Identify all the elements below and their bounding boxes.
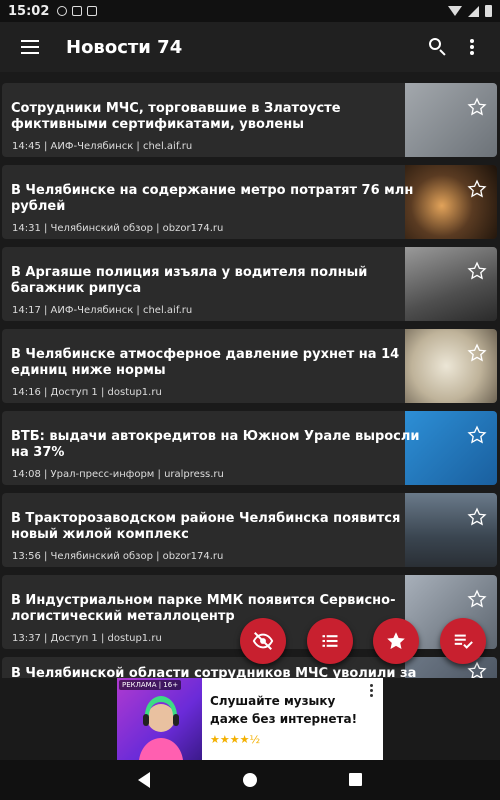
news-meta: 14:17 | АИФ-Челябинск | chel.aif.ru — [12, 305, 193, 316]
sim-icon — [72, 6, 83, 16]
ad-image: РЕКЛАМА | 16+ — [117, 678, 202, 760]
news-title: Сотрудники МЧС, торговавшие в Златоусте … — [11, 101, 341, 132]
ad-rating: ★★★★½ — [210, 733, 261, 746]
news-meta: 13:37 | Доступ 1 | dostup1.ru — [12, 633, 162, 644]
star-outline-icon[interactable] — [467, 425, 487, 445]
gear-icon — [57, 6, 68, 16]
news-meta: 14:31 | Челябинский обзор | obzor174.ru — [12, 223, 224, 234]
news-title: В Аргаяше полиция изъяла у водителя полн… — [11, 265, 368, 296]
star-outline-icon[interactable] — [467, 343, 487, 363]
news-card[interactable]: ВТБ: выдачи автокредитов на Южном Урале … — [2, 411, 497, 485]
search-icon[interactable] — [426, 35, 450, 59]
app-title: Новости 74 — [66, 36, 183, 58]
news-title: В Тракторозаводском районе Челябинска по… — [11, 511, 401, 542]
star-icon — [387, 632, 405, 649]
more-vert-icon[interactable] — [462, 37, 482, 57]
ad-person-illustration — [139, 696, 183, 760]
star-outline-icon[interactable] — [467, 97, 487, 117]
favorites-button[interactable] — [373, 618, 419, 664]
news-card[interactable]: В Аргаяше полиция изъяла у водителя полн… — [2, 247, 497, 321]
star-outline-icon[interactable] — [467, 261, 487, 281]
star-outline-icon[interactable] — [467, 507, 487, 527]
star-outline-icon[interactable] — [467, 179, 487, 199]
ad-more-icon[interactable] — [370, 684, 373, 697]
news-title: В Челябинске на содержание метро потратя… — [11, 183, 414, 214]
news-meta: 14:08 | Урал-пресс-информ | uralpress.ru — [12, 469, 224, 480]
news-title: ВТБ: выдачи автокредитов на Южном Урале … — [11, 429, 420, 460]
ad-banner[interactable]: РЕКЛАМА | 16+ Слушайте музыку даже без и… — [117, 678, 383, 760]
visibility-off-icon — [252, 632, 274, 650]
system-nav-bar — [0, 760, 500, 800]
sd-card-icon — [87, 6, 98, 16]
news-title: В Челябинской области сотрудников МЧС ув… — [11, 666, 417, 678]
back-icon[interactable] — [138, 772, 150, 788]
mark-all-read-button[interactable] — [440, 618, 486, 664]
news-feed[interactable]: Сотрудники МЧС, торговавшие в Златоусте … — [0, 72, 500, 678]
news-title: В Индустриальном парке ММК появится Серв… — [11, 593, 396, 624]
news-meta: 14:16 | Доступ 1 | dostup1.ru — [12, 387, 162, 398]
list-view-button[interactable] — [307, 618, 353, 664]
news-meta: 13:56 | Челябинский обзор | obzor174.ru — [12, 551, 224, 562]
news-meta: 14:45 | АИФ-Челябинск | chel.aif.ru — [12, 141, 193, 152]
wifi-icon — [448, 6, 462, 16]
hide-read-button[interactable] — [240, 618, 286, 664]
star-outline-icon[interactable] — [467, 589, 487, 609]
status-bar: 15:02 — [0, 0, 500, 22]
star-outline-icon[interactable] — [467, 661, 487, 678]
home-icon[interactable] — [243, 773, 257, 787]
menu-button[interactable] — [0, 22, 60, 72]
app-bar: Новости 74 — [0, 22, 500, 72]
status-time: 15:02 — [8, 3, 50, 19]
list-icon — [322, 635, 338, 647]
recents-icon[interactable] — [349, 773, 362, 786]
news-card[interactable]: В Тракторозаводском районе Челябинска по… — [2, 493, 497, 567]
playlist-check-icon — [454, 634, 473, 649]
signal-icon — [468, 5, 479, 17]
menu-icon — [21, 40, 39, 54]
ad-text: Слушайте музыку даже без интернета! — [210, 694, 358, 726]
news-card[interactable]: В Челябинске на содержание метро потратя… — [2, 165, 497, 239]
news-card[interactable]: Сотрудники МЧС, торговавшие в Златоусте … — [2, 83, 497, 157]
news-title: В Челябинске атмосферное давление рухнет… — [11, 347, 400, 378]
news-card[interactable]: В Челябинске атмосферное давление рухнет… — [2, 329, 497, 403]
battery-icon — [485, 5, 492, 17]
